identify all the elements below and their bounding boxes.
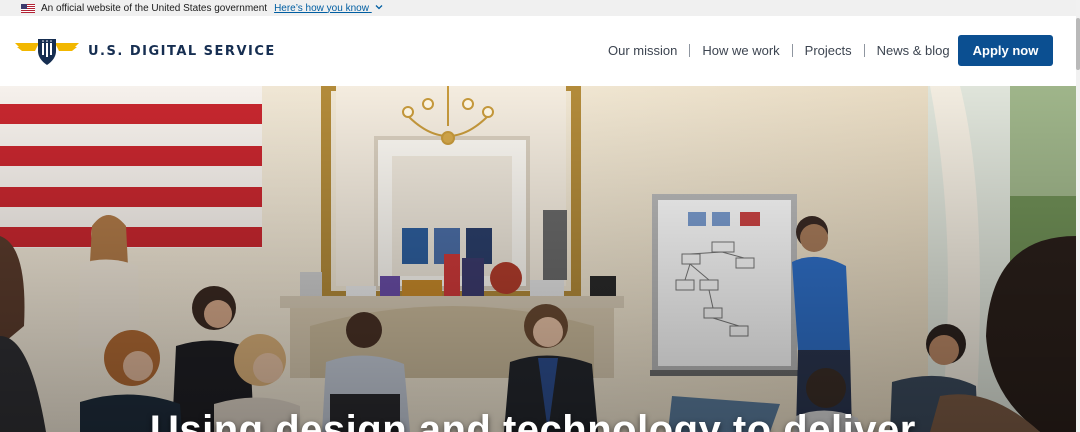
chevron-down-icon: [375, 4, 383, 9]
nav-divider: [863, 44, 865, 57]
gov-banner-text: An official website of the United States…: [41, 2, 268, 14]
hero-office-photo: [0, 86, 1076, 432]
nav-our-mission[interactable]: Our mission: [608, 43, 677, 58]
hero-headline: Using design and technology to deliver: [150, 408, 916, 432]
primary-nav: Our mission How we work Projects News & …: [608, 43, 950, 58]
nav-divider: [689, 44, 691, 57]
heres-how-you-know-link[interactable]: Here’s how you know: [274, 3, 383, 14]
nav-news-blog[interactable]: News & blog: [877, 43, 950, 58]
nav-projects[interactable]: Projects: [805, 43, 852, 58]
usds-eagle-logo-icon: [15, 39, 79, 65]
scrollbar-thumb[interactable]: [1076, 18, 1080, 70]
site-header: U.S. DIGITAL SERVICE Our mission How we …: [0, 16, 1076, 86]
hero-section: Using design and technology to deliver: [0, 86, 1076, 432]
usds-logo-link[interactable]: U.S. DIGITAL SERVICE: [13, 35, 276, 67]
nav-divider: [791, 44, 793, 57]
apply-now-button[interactable]: Apply now: [958, 35, 1053, 66]
heres-how-you-know-label: Here’s how you know: [274, 2, 369, 14]
nav-how-we-work[interactable]: How we work: [702, 43, 779, 58]
logo-wordmark: U.S. DIGITAL SERVICE: [88, 43, 276, 59]
official-gov-banner: An official website of the United States…: [0, 0, 1076, 16]
us-flag-icon: [21, 3, 35, 13]
page-scrollbar[interactable]: [1076, 0, 1080, 432]
